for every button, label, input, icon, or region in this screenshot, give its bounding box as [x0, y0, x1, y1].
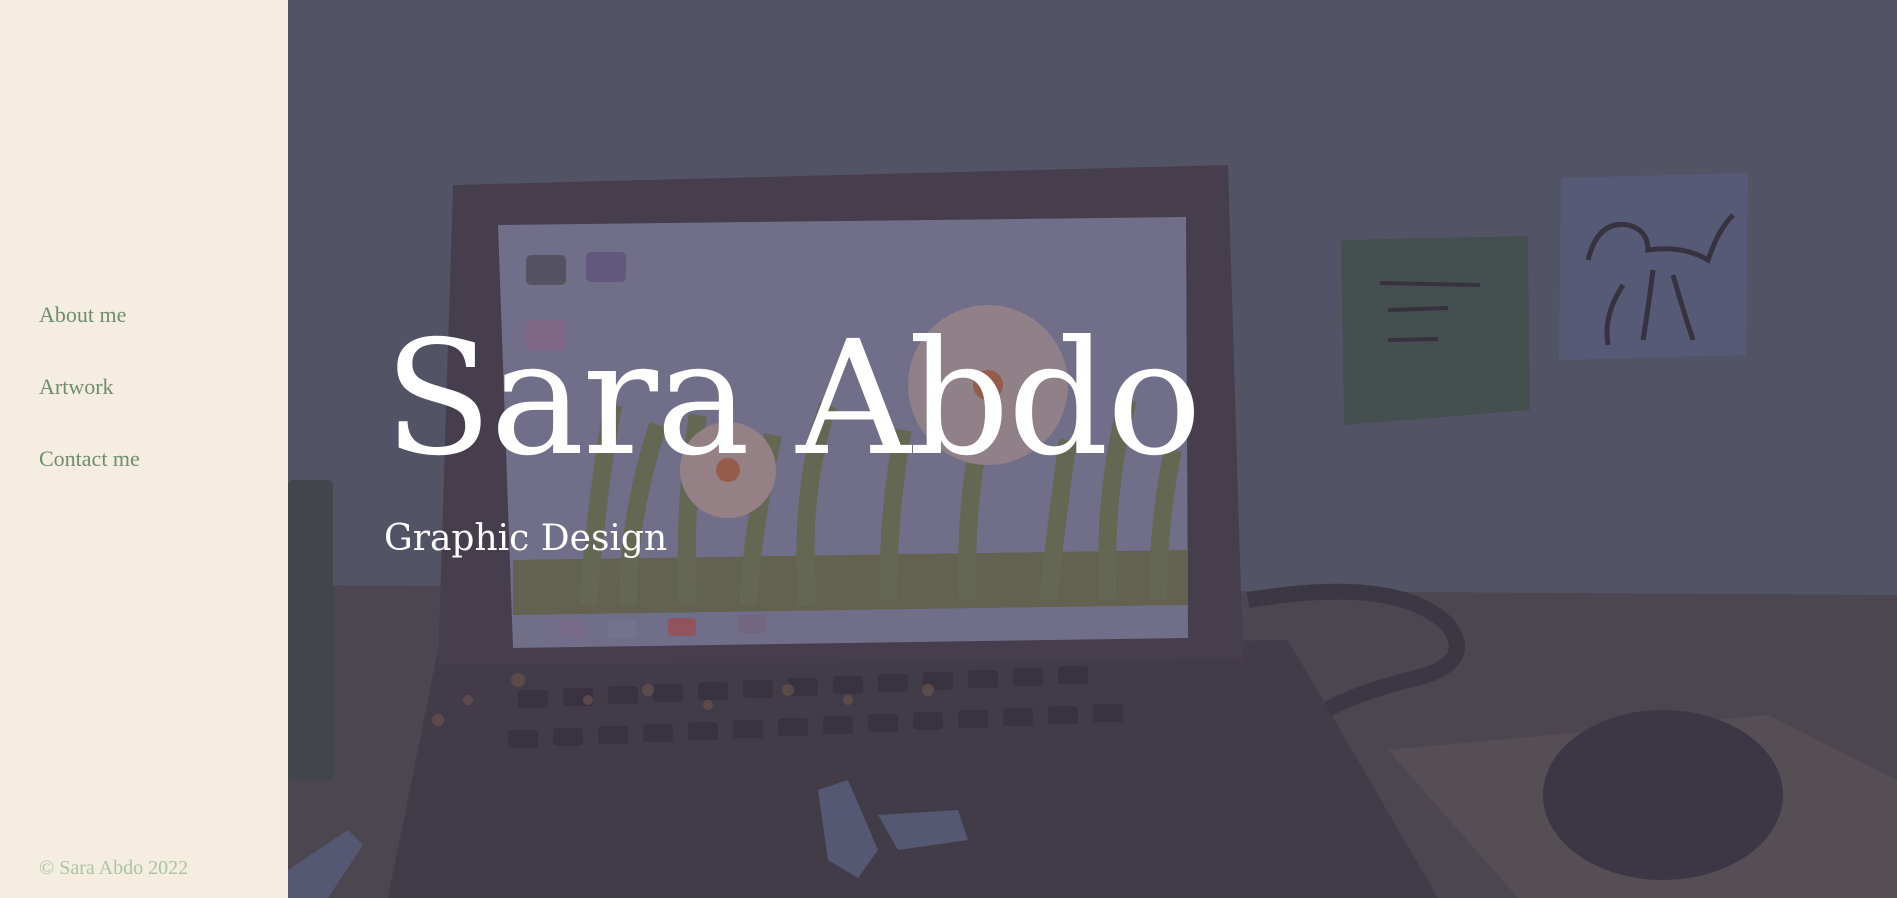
hero-title: Sara Abdo: [384, 307, 1202, 491]
hero-text-block: Sara Abdo Graphic Design: [384, 307, 1202, 559]
nav-link-artwork[interactable]: Artwork: [39, 372, 140, 402]
sidebar: About me Artwork Contact me © Sara Abdo …: [0, 0, 288, 898]
page: About me Artwork Contact me © Sara Abdo …: [0, 0, 1897, 898]
copyright-text: © Sara Abdo 2022: [39, 857, 189, 879]
hero-section: Sara Abdo Graphic Design: [288, 0, 1897, 898]
nav-link-about-me[interactable]: About me: [39, 300, 140, 330]
sidebar-nav: About me Artwork Contact me: [39, 300, 140, 516]
hero-subtitle: Graphic Design: [384, 518, 668, 559]
nav-link-contact-me[interactable]: Contact me: [39, 444, 140, 474]
